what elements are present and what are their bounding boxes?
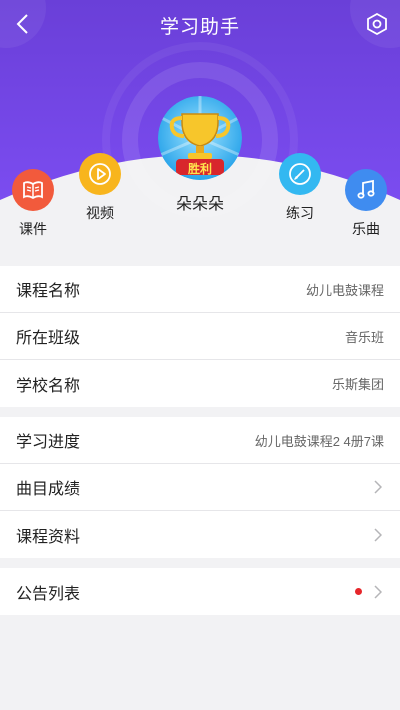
music-note-icon — [357, 179, 375, 199]
study-progress-row: 学习进度 幼儿电鼓课程2 4册7课 — [0, 417, 400, 464]
study-section: 学习进度 幼儿电鼓课程2 4册7课 曲目成绩 课程资料 — [0, 417, 400, 558]
course-info-section: 课程名称 幼儿电鼓课程 所在班级 音乐班 学校名称 乐斯集团 — [0, 266, 400, 407]
info-row-course-name: 课程名称 幼儿电鼓课程 — [0, 266, 400, 313]
notice-row[interactable]: 公告列表 — [0, 568, 400, 615]
course-name-value: 幼儿电鼓课程 — [305, 282, 384, 298]
nav-video-label: 视频 — [86, 205, 114, 221]
chevron-right-icon — [374, 527, 384, 542]
play-icon — [89, 163, 111, 185]
score-label: 曲目成绩 — [16, 481, 81, 498]
unread-dot — [355, 588, 362, 595]
info-row-school: 学校名称 乐斯集团 — [0, 360, 400, 407]
nav-practice[interactable]: 练习 — [279, 153, 321, 223]
video-circle — [79, 153, 121, 195]
info-row-class: 所在班级 音乐班 — [0, 313, 400, 360]
nav-video[interactable]: 视频 — [79, 153, 121, 223]
username: 朵朵朵 — [175, 196, 224, 213]
study-progress-value: 幼儿电鼓课程2 4册7课 — [254, 433, 384, 449]
materials-label: 课程资料 — [16, 528, 81, 546]
nav-practice-label: 练习 — [286, 205, 314, 221]
nav-music[interactable]: 乐曲 — [345, 169, 387, 239]
victory-badge-text: 胜利 — [187, 162, 212, 176]
practice-circle — [279, 153, 321, 195]
music-circle — [345, 169, 387, 211]
pen-icon — [289, 163, 311, 185]
nav-music-label: 乐曲 — [352, 221, 380, 237]
courseware-circle — [12, 169, 54, 211]
hexagon-settings-icon — [367, 13, 387, 35]
materials-row[interactable]: 课程资料 — [0, 511, 400, 558]
notice-label: 公告列表 — [16, 585, 81, 603]
book-icon — [23, 181, 43, 200]
school-value: 乐斯集团 — [331, 377, 384, 392]
class-label: 所在班级 — [16, 330, 81, 347]
course-name-label: 课程名称 — [16, 283, 81, 300]
nav-courseware-label: 课件 — [19, 221, 47, 237]
nav-courseware[interactable]: 课件 — [12, 169, 54, 239]
chevron-right-icon — [374, 584, 384, 599]
notice-section: 公告列表 — [0, 568, 400, 615]
study-progress-label: 学习进度 — [16, 434, 81, 451]
settings-button[interactable] — [354, 0, 400, 48]
class-value: 音乐班 — [344, 329, 384, 345]
school-label: 学校名称 — [16, 377, 81, 395]
page-title: 学习助手 — [159, 17, 240, 38]
chevron-right-icon — [374, 480, 384, 494]
score-row[interactable]: 曲目成绩 — [0, 464, 400, 511]
